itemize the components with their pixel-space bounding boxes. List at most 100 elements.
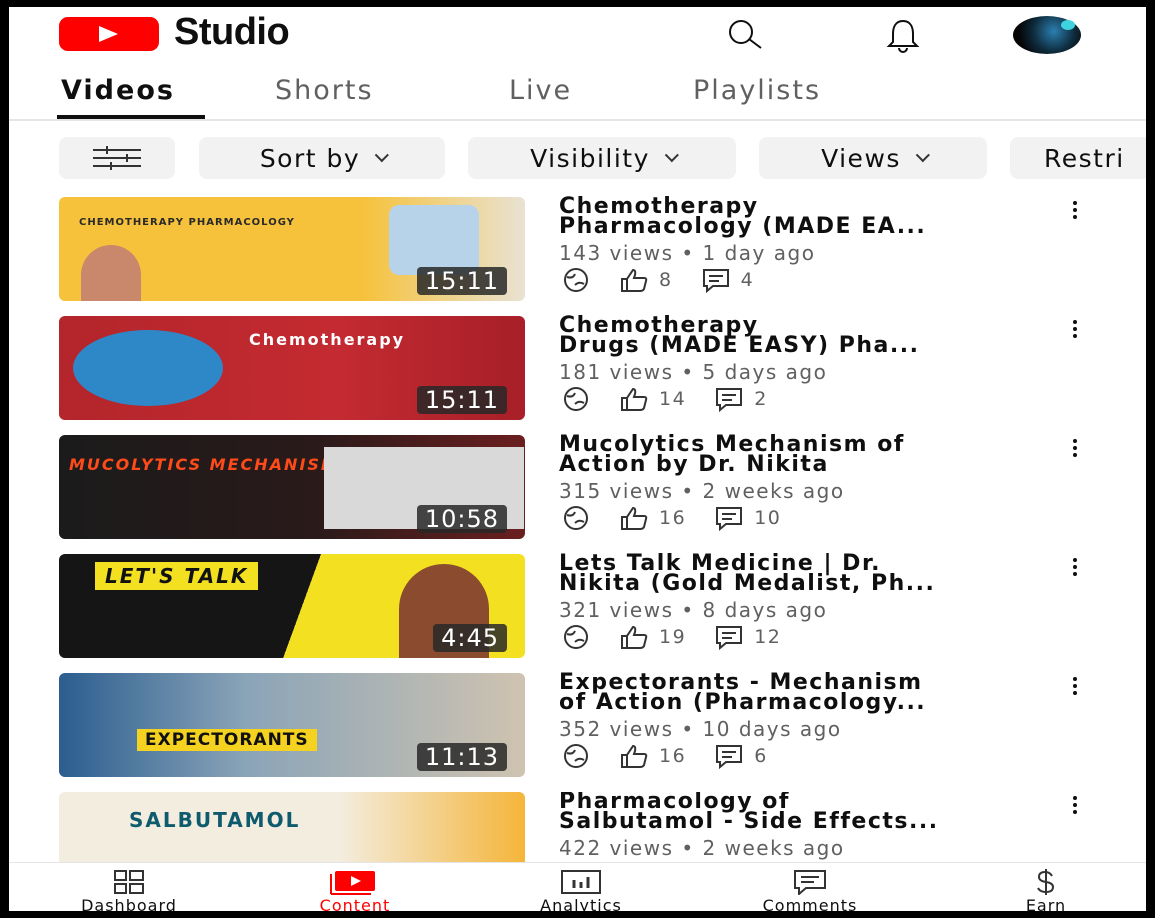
video-title[interactable]: Pharmacology of Salbutamol - Side Effects… [559,792,1059,833]
chevron-down-icon [374,148,390,163]
nav-label: Comments [762,896,858,911]
video-stats: 16 10 [561,505,781,531]
presenter-image [73,330,223,406]
comment-icon [716,626,743,650]
more-options-icon[interactable] [1073,794,1081,816]
duration-badge: 11:13 [416,743,507,771]
more-options-icon[interactable] [1073,675,1081,697]
comment-count: 4 [740,269,755,291]
list-item[interactable]: LET'S TALK 4:45 Lets Talk Medicine | Dr.… [9,553,1146,664]
video-thumbnail[interactable]: SALBUTAMOL [59,792,525,862]
like-count: 19 [659,626,687,648]
app-frame: Studio Videos Shorts Live Playlists Sort… [9,7,1146,911]
nav-comments[interactable]: Comments [735,869,885,911]
analytics-icon [561,870,601,894]
list-item[interactable]: CHEMOTHERAPY PHARMACOLOGY 15:11 Chemothe… [9,196,1146,307]
more-options-icon[interactable] [1073,437,1081,459]
nav-dashboard[interactable]: Dashboard [54,869,204,911]
restrictions-dropdown[interactable]: Restri [1010,137,1146,179]
nav-earn[interactable]: Earn [971,869,1121,911]
tab-live[interactable]: Live [509,75,572,106]
video-thumbnail[interactable]: Chemotherapy 15:11 [59,316,525,420]
comment-icon [716,507,743,531]
video-meta: 422 views • 2 weeks ago [559,836,845,860]
like-count: 8 [659,269,673,291]
top-app-bar: Studio [9,7,1146,63]
tab-videos[interactable]: Videos [61,75,175,106]
chevron-down-icon [915,148,930,163]
content-icon [330,871,375,895]
filter-bar: Sort by Visibility Views Restri [9,137,1146,181]
like-count: 16 [659,745,687,767]
visibility-dropdown[interactable]: Visibility [468,137,736,179]
nav-label: Dashboard [81,896,177,911]
visibility-public-icon [564,387,588,411]
sort-by-label: Sort by [259,143,361,173]
content-tabs: Videos Shorts Live Playlists [9,63,1146,121]
video-thumbnail[interactable]: EXPECTORANTS 11:13 [59,673,525,777]
video-meta: 315 views • 2 weeks ago [559,479,845,503]
comment-icon [702,269,729,293]
chevron-down-icon [664,148,679,163]
more-options-icon[interactable] [1073,556,1081,578]
nav-label: Earn [1025,896,1067,911]
avatar[interactable] [1013,16,1081,54]
comment-count: 10 [754,507,782,529]
thumbnail-text: SALBUTAMOL [129,808,301,832]
video-stats: 8 4 [561,267,754,293]
video-title[interactable]: Chemotherapy Drugs (MADE EASY) Pha... [559,315,1059,357]
notifications-bell-icon[interactable] [881,15,925,55]
comments-icon [794,870,826,895]
comment-count: 6 [754,745,768,767]
more-options-icon[interactable] [1073,318,1081,340]
nav-content[interactable]: Content [280,869,430,911]
comment-icon [716,745,743,769]
video-thumbnail[interactable]: CHEMOTHERAPY PHARMACOLOGY 15:11 [59,197,525,301]
video-title[interactable]: Mucolytics Mechanism of Action by Dr. Nik… [559,434,1059,476]
list-item[interactable]: SALBUTAMOL Pharmacology of Salbutamol - S… [9,792,1146,862]
video-title[interactable]: Chemotherapy Pharmacology (MADE EA... [559,196,1059,238]
list-item[interactable]: Chemotherapy 15:11 Chemotherapy Drugs (MA… [9,315,1146,426]
thumbnail-text: CHEMOTHERAPY PHARMACOLOGY [79,217,295,228]
app-title: Studio [174,11,290,53]
video-meta: 143 views • 1 day ago [559,241,816,265]
list-item[interactable]: MUCOLYTICS MECHANISM 10:58 Mucolytics Me… [9,434,1146,545]
thumbs-up-icon [621,506,648,530]
tab-playlists[interactable]: Playlists [693,75,821,106]
thumbnail-text: LET'S TALK [95,562,259,590]
visibility-public-icon [564,268,588,292]
duration-badge: 15:11 [416,386,507,414]
thumbnail-text: Chemotherapy [249,330,406,349]
duration-badge: 15:11 [416,267,507,295]
video-meta: 321 views • 8 days ago [559,598,828,622]
active-tab-indicator [57,115,205,119]
video-stats: 14 2 [561,386,768,412]
thumbs-up-icon [621,268,648,292]
nav-label: Analytics [540,896,622,911]
nav-analytics[interactable]: Analytics [506,869,656,911]
visibility-label: Visibility [530,143,650,173]
video-thumbnail[interactable]: MUCOLYTICS MECHANISM 10:58 [59,435,525,539]
illustration-image [389,205,479,275]
views-dropdown[interactable]: Views [759,137,987,179]
video-thumbnail[interactable]: LET'S TALK 4:45 [59,554,525,658]
sort-by-dropdown[interactable]: Sort by [199,137,445,179]
dollar-icon [1037,869,1055,895]
restrictions-label: Restri [1044,143,1125,173]
tab-shorts[interactable]: Shorts [275,75,374,106]
duration-badge: 10:58 [416,505,507,533]
filter-settings-button[interactable] [59,137,175,179]
more-options-icon[interactable] [1073,199,1081,221]
youtube-logo-icon[interactable] [59,17,159,51]
list-item[interactable]: EXPECTORANTS 11:13 Expectorants - Mechan… [9,672,1146,783]
comment-count: 12 [754,626,782,648]
video-title[interactable]: Lets Talk Medicine | Dr. Nikita (Gold Med… [559,553,1059,595]
search-icon[interactable] [723,15,767,55]
thumbs-up-icon [621,387,648,411]
video-title[interactable]: Expectorants - Mechanism of Action (Pharm… [559,672,1059,714]
views-label: Views [821,143,901,173]
visibility-public-icon [564,506,588,530]
presenter-image [81,245,141,301]
video-meta: 181 views • 5 days ago [559,360,828,384]
comment-count: 2 [754,388,768,410]
